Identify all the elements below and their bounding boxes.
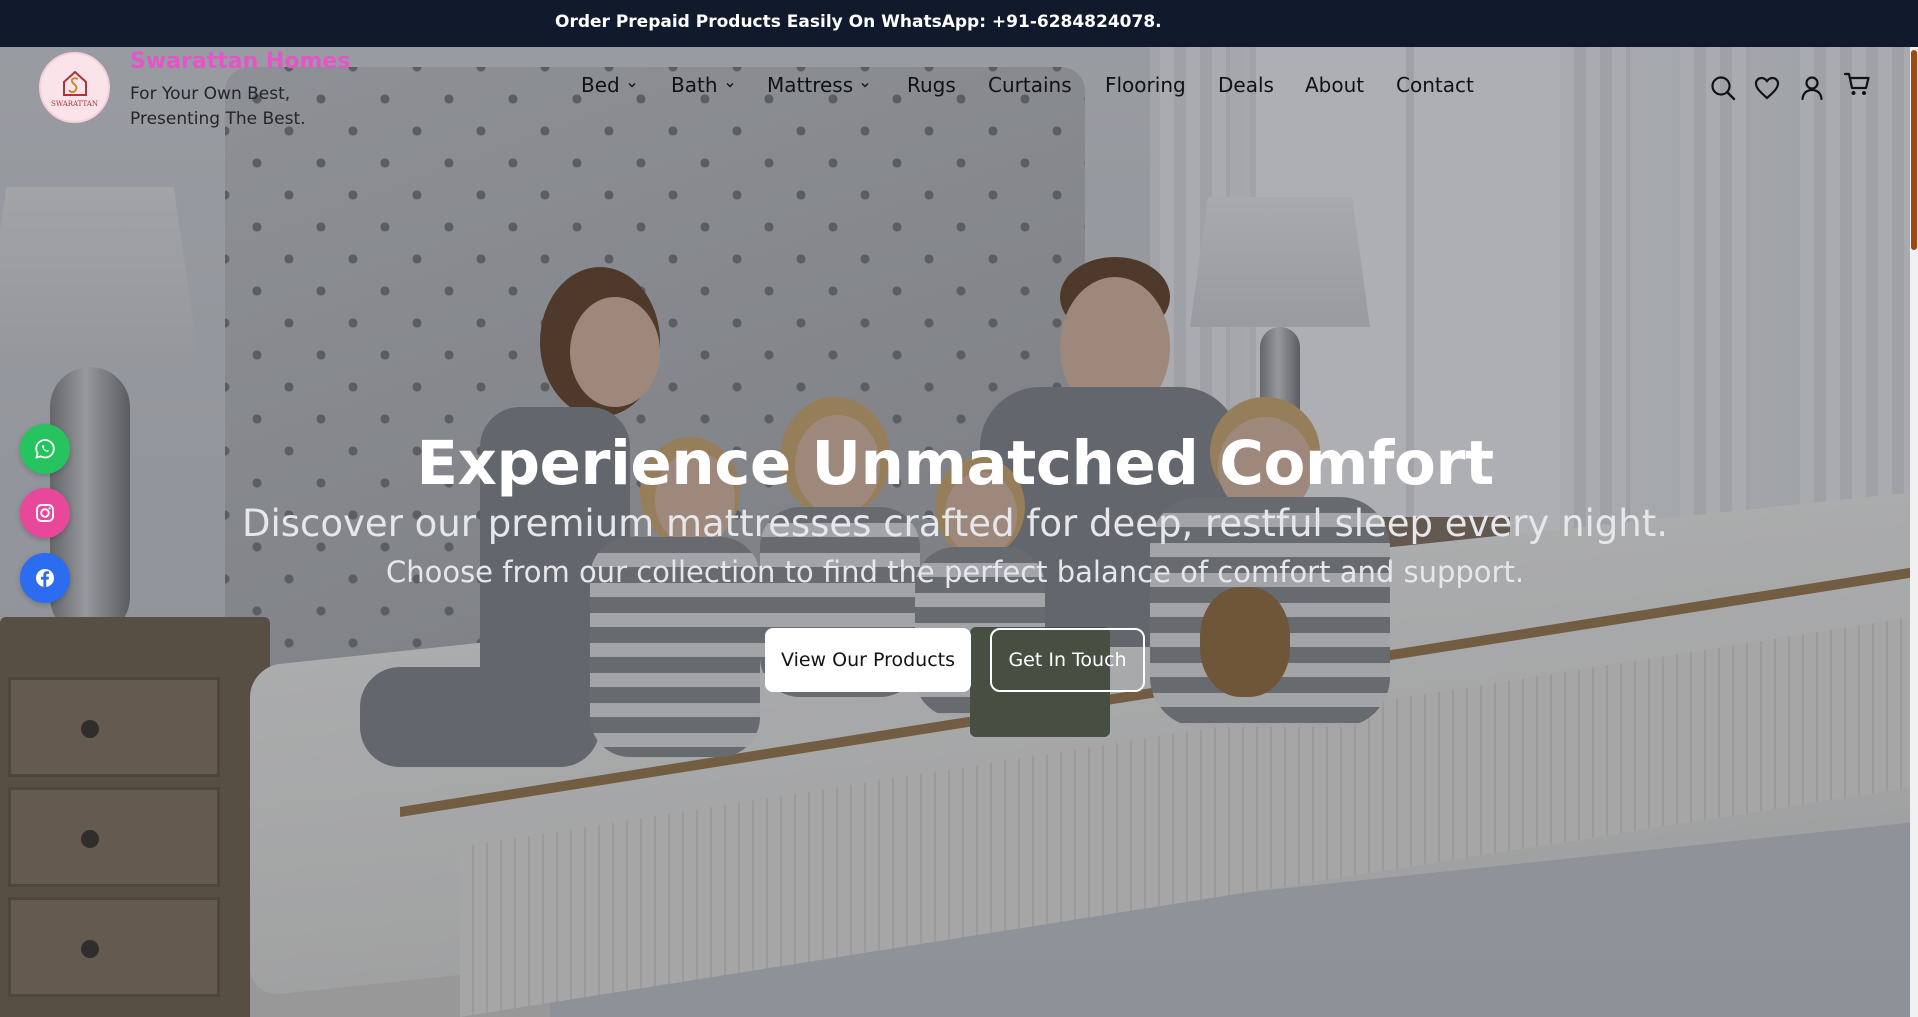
nav-item-contact[interactable]: Contact bbox=[1396, 73, 1474, 97]
search-icon[interactable] bbox=[1709, 74, 1737, 102]
house-monogram-icon bbox=[62, 70, 87, 96]
page-scrollbar-thumb[interactable] bbox=[1911, 50, 1917, 250]
nav-item-label: Rugs bbox=[907, 73, 956, 97]
hero-subtitle: Discover our premium mattresses crafted … bbox=[242, 502, 1668, 545]
view-products-button[interactable]: View Our Products bbox=[765, 628, 971, 692]
nav-item-label: About bbox=[1305, 73, 1365, 97]
nav-item-label: Bed bbox=[581, 73, 620, 97]
brand-name[interactable]: Swarattan Homes bbox=[130, 49, 350, 74]
chevron-down-icon bbox=[726, 83, 733, 88]
hero-title: Experience Unmatched Comfort bbox=[416, 428, 1494, 499]
brand-logo[interactable]: SWARATTAN bbox=[39, 52, 110, 123]
nav-item-bath[interactable]: Bath bbox=[671, 73, 735, 97]
nav-item-label: Deals bbox=[1218, 73, 1274, 97]
brand-tagline: For Your Own Best, Presenting The Best. bbox=[130, 84, 306, 129]
nav-item-label: Mattress bbox=[767, 73, 854, 97]
nav-item-label: Bath bbox=[671, 73, 718, 97]
user-icon[interactable] bbox=[1798, 74, 1826, 102]
nav-item-mattress[interactable]: Mattress bbox=[767, 73, 870, 97]
chevron-down-icon bbox=[628, 83, 636, 88]
nav-item-flooring[interactable]: Flooring bbox=[1105, 73, 1186, 97]
nav-item-curtains[interactable]: Curtains bbox=[988, 73, 1072, 97]
announcement-text: Order Prepaid Products Easily On WhatsAp… bbox=[555, 12, 1162, 32]
logo-wordmark: SWARATTAN bbox=[51, 99, 98, 108]
nav-item-label: Curtains bbox=[988, 73, 1072, 97]
cart-icon[interactable] bbox=[1843, 70, 1871, 98]
nav-item-bed[interactable]: Bed bbox=[581, 73, 637, 97]
nav-item-deals[interactable]: Deals bbox=[1218, 73, 1274, 97]
get-in-touch-button[interactable]: Get In Touch bbox=[990, 628, 1145, 692]
nav-item-rugs[interactable]: Rugs bbox=[907, 73, 956, 97]
chevron-down-icon bbox=[861, 83, 869, 88]
hero-subtitle-secondary: Choose from our collection to find the p… bbox=[385, 555, 1525, 589]
announcement-bar: Order Prepaid Products Easily On WhatsAp… bbox=[0, 0, 1918, 47]
nav-item-label: Contact bbox=[1396, 73, 1474, 97]
nav-item-about[interactable]: About bbox=[1305, 73, 1364, 97]
heart-icon[interactable] bbox=[1753, 74, 1781, 102]
nav-item-label: Flooring bbox=[1105, 73, 1186, 97]
